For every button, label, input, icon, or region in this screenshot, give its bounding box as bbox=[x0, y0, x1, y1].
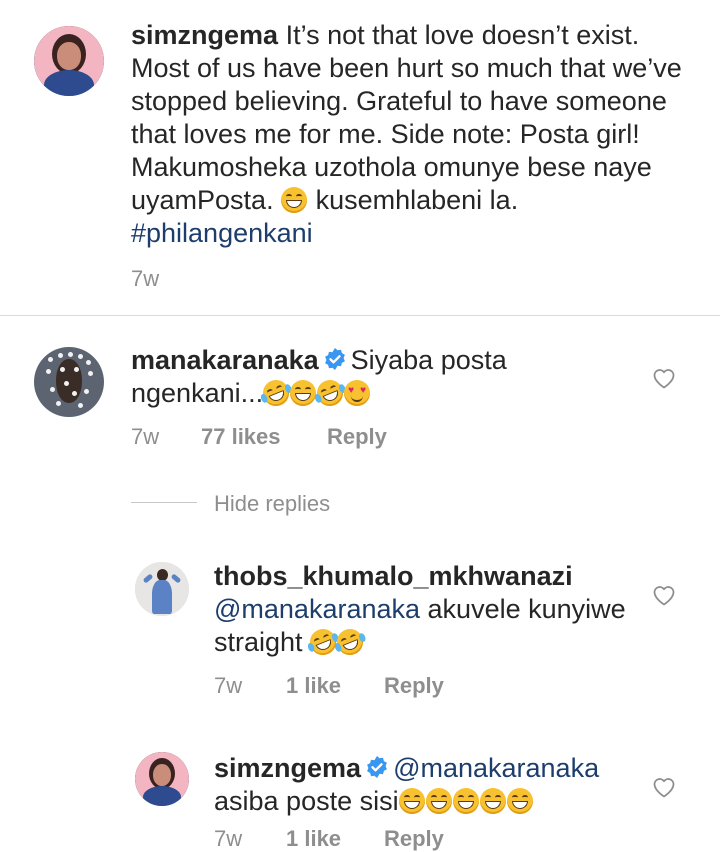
grinning-face-emoji-icon bbox=[281, 187, 308, 213]
grinning-face-emoji-icon bbox=[506, 788, 533, 814]
avatar[interactable] bbox=[135, 562, 189, 616]
reply-button[interactable]: Reply bbox=[384, 673, 444, 699]
heart-eyes-emoji-icon: ♥ ♥ bbox=[344, 380, 371, 406]
grinning-face-emoji-icon bbox=[290, 380, 317, 406]
reply-likes[interactable]: 1 like bbox=[286, 826, 341, 852]
reply-time: 7w bbox=[214, 826, 243, 851]
comment-time: 7w bbox=[131, 424, 160, 449]
caption-username[interactable]: simzngema bbox=[131, 20, 278, 50]
divider bbox=[0, 315, 720, 316]
reply-username[interactable]: thobs_khumalo_mkhwanazi bbox=[214, 561, 573, 591]
reply-mention[interactable]: @manakaranaka bbox=[393, 753, 599, 783]
caption-text-tail: kusemhlabeni la. bbox=[308, 185, 519, 215]
rolling-laughing-emoji-icon bbox=[333, 625, 367, 659]
reply-time: 7w bbox=[214, 673, 243, 698]
grinning-face-emoji-icon bbox=[479, 788, 506, 814]
avatar[interactable] bbox=[135, 752, 189, 806]
rolling-laughing-emoji-icon bbox=[259, 376, 294, 410]
reply-body: asiba poste sisi bbox=[214, 786, 399, 816]
hide-replies-button[interactable]: Hide replies bbox=[214, 491, 330, 517]
rolling-laughing-emoji-icon bbox=[313, 376, 348, 410]
reply-button[interactable]: Reply bbox=[327, 424, 387, 450]
replies-divider bbox=[131, 502, 197, 503]
rolling-laughing-emoji-icon bbox=[306, 625, 340, 659]
verified-badge-icon bbox=[324, 348, 345, 370]
verified-badge-icon bbox=[367, 756, 387, 778]
heart-outline-icon[interactable] bbox=[652, 367, 676, 389]
comment-username[interactable]: manakaranaka bbox=[131, 345, 319, 375]
caption-hashtag[interactable]: #philangenkani bbox=[131, 218, 313, 248]
post-caption: simzngema It’s not that love doesn’t exi… bbox=[131, 19, 691, 250]
comment-likes[interactable]: 77 likes bbox=[201, 424, 281, 450]
heart-outline-icon[interactable] bbox=[652, 776, 676, 798]
avatar[interactable] bbox=[34, 26, 104, 96]
reply-mention[interactable]: @manakaranaka bbox=[214, 594, 420, 624]
avatar[interactable] bbox=[34, 347, 104, 417]
grinning-face-emoji-icon bbox=[425, 788, 452, 814]
reply-likes[interactable]: 1 like bbox=[286, 673, 341, 699]
caption-time: 7w bbox=[131, 266, 160, 291]
reply-username[interactable]: simzngema bbox=[214, 753, 361, 783]
reply-button[interactable]: Reply bbox=[384, 826, 444, 852]
heart-outline-icon[interactable] bbox=[652, 584, 676, 606]
comment-text: manakaranaka Siyaba posta ngenkani... ♥ ♥ bbox=[131, 344, 631, 410]
reply-text: thobs_khumalo_mkhwanazi @manakaranaka ak… bbox=[214, 560, 644, 659]
grinning-face-emoji-icon bbox=[452, 788, 479, 814]
grinning-face-emoji-icon bbox=[398, 788, 425, 814]
reply-text: simzngema @manakaranaka asiba poste sisi bbox=[214, 752, 644, 818]
